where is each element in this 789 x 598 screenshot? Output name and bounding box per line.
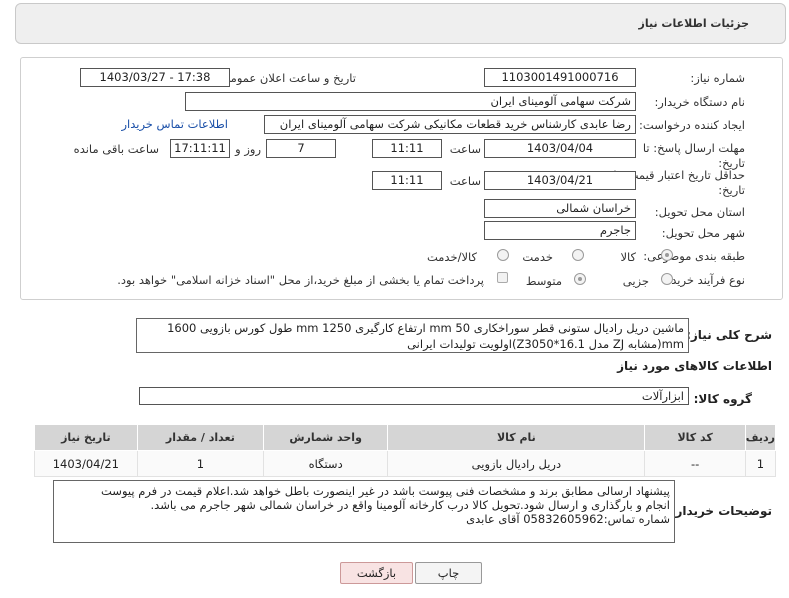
process-label: نوع فرآیند خرید : xyxy=(663,273,745,287)
col-unit: واحد شمارش xyxy=(262,424,389,451)
description-line-2: mm(مشابه ZJ مدل 16.1*Z3050)اولویت تولیدا… xyxy=(407,337,684,351)
row-qty: 1 xyxy=(136,450,264,477)
validity-label-2: تاریخ: xyxy=(718,183,745,197)
goods-table: ردیف کد کالا نام کالا واحد شمارش تعداد /… xyxy=(34,424,777,477)
category-option-goods-service: کالا/خدمت xyxy=(426,250,477,264)
buyer-notes-line-2: انجام و بارگذاری و ارسال شود.تحویل کالا … xyxy=(150,498,670,512)
page-title: جزئیات اطلاعات نیاز xyxy=(638,17,750,30)
description-field: ماشین دریل رادیال ستونی قطر سوراخکاری 50… xyxy=(136,318,689,353)
goods-table-header: ردیف کد کالا نام کالا واحد شمارش تعداد /… xyxy=(34,424,777,451)
buyer-notes-field: پیشنهاد ارسالی مطابق برند و مشخصات فنی پ… xyxy=(53,480,675,543)
description-label: شرح کلی نیاز: xyxy=(686,328,772,342)
buyer-notes-label: توضیحات خریدار: xyxy=(670,504,772,518)
category-radio-goods[interactable] xyxy=(661,249,673,261)
process-option-minor: جزیی xyxy=(622,274,649,288)
creator-label: ایجاد کننده درخواست: xyxy=(639,118,745,132)
city-label: شهر محل تحویل: xyxy=(661,226,745,240)
buyer-contact-link[interactable]: اطلاعات تماس خریدار xyxy=(121,117,228,131)
creator-field: رضا عابدی کارشناس خرید قطعات مکانیکی شرک… xyxy=(264,115,636,134)
reply-deadline-label: مهلت ارسال پاسخ: تا xyxy=(642,141,745,155)
col-date: تاریخ نیاز xyxy=(34,424,138,451)
goods-section-title: اطلاعات کالاهای مورد نیاز xyxy=(617,359,772,373)
col-qty: تعداد / مقدار xyxy=(136,424,264,451)
buyer-org-field: شرکت سهامی آلومینای ایران xyxy=(185,92,636,111)
process-radio-medium[interactable] xyxy=(574,273,586,285)
category-option-goods: کالا xyxy=(620,250,636,264)
remaining-time-label: ساعت باقی مانده xyxy=(73,142,159,156)
days-remaining-field: 7 xyxy=(266,139,336,158)
need-number-label: شماره نیاز: xyxy=(690,71,745,85)
row-date: 1403/04/21 xyxy=(34,450,138,477)
remaining-time-field: 17:11:11 xyxy=(170,139,230,158)
province-label: استان محل تحویل: xyxy=(654,205,745,219)
print-button[interactable]: چاپ xyxy=(415,562,482,584)
row-code: -- xyxy=(644,450,746,477)
back-button[interactable]: بازگشت xyxy=(340,562,413,584)
category-radio-service[interactable] xyxy=(572,249,584,261)
description-line-1: ماشین دریل رادیال ستونی قطر سوراخکاری 50… xyxy=(167,321,684,335)
row-index: 1 xyxy=(744,450,777,477)
need-number-field: 1103001491000716 xyxy=(484,68,636,87)
buyer-notes-line-1: پیشنهاد ارسالی مطابق برند و مشخصات فنی پ… xyxy=(101,484,670,498)
reply-date-field: 1403/04/04 xyxy=(484,139,636,158)
process-radio-minor[interactable] xyxy=(661,273,673,285)
goods-group-field: ابزارآلات xyxy=(139,387,689,405)
category-option-service: خدمت xyxy=(522,250,553,264)
validity-time-field: 11:11 xyxy=(372,171,442,190)
validity-date-field: 1403/04/21 xyxy=(484,171,636,190)
reply-time-label: ساعت xyxy=(449,142,481,156)
announce-date-label: تاریخ و ساعت اعلان عمومی: xyxy=(217,71,356,85)
process-option-medium: متوسط xyxy=(525,274,562,288)
city-field: جاجرم xyxy=(484,221,636,240)
reply-time-field: 11:11 xyxy=(372,139,442,158)
table-row: 1 -- دریل رادیال بازویی دستگاه 1 1403/04… xyxy=(34,450,777,477)
province-field: خراسان شمالی xyxy=(484,199,636,218)
treasury-payment-note: پرداخت تمام یا بخشی از مبلغ خرید،از محل … xyxy=(117,273,484,287)
col-code: کد کالا xyxy=(644,424,746,451)
col-index: ردیف xyxy=(744,424,777,451)
category-radio-goods-service[interactable] xyxy=(497,249,509,261)
buyer-notes-line-3: شماره تماس:05832605962 آقای عابدی xyxy=(466,512,670,526)
buyer-org-label: نام دستگاه خریدار: xyxy=(654,95,745,109)
treasury-payment-checkbox[interactable] xyxy=(497,272,508,283)
announce-date-field: 1403/03/27 - 17:38 xyxy=(80,68,230,87)
days-label: روز و xyxy=(235,142,261,156)
row-name: دریل رادیال بازویی xyxy=(387,450,646,477)
page-header: جزئیات اطلاعات نیاز xyxy=(15,3,786,44)
col-name: نام کالا xyxy=(387,424,646,451)
validity-time-label: ساعت xyxy=(449,174,481,188)
row-unit: دستگاه xyxy=(262,450,389,477)
category-label: طبقه بندی موضوعی: xyxy=(643,249,745,263)
goods-group-label: گروه کالا: xyxy=(693,392,752,406)
